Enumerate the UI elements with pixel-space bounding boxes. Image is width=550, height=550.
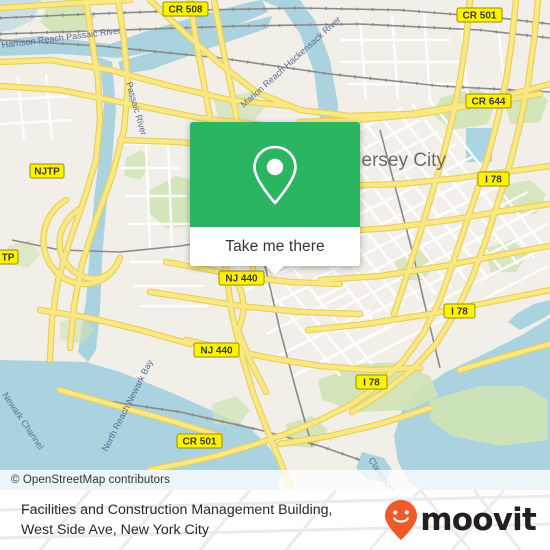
road-shield-label: I 78 (363, 378, 380, 389)
road-shield: NJ 440 (218, 270, 265, 286)
location-title: Facilities and Construction Management B… (0, 500, 384, 540)
location-popup-card[interactable]: Take me there (190, 122, 360, 275)
road-shield: CR 508 (162, 1, 209, 17)
moovit-pin-smile-icon (385, 500, 418, 540)
map-attribution[interactable]: © OpenStreetMap contributors (0, 470, 550, 490)
map-pin-icon (253, 145, 297, 204)
page-footer: Facilities and Construction Management B… (0, 490, 550, 550)
road-shield: CR 501 (456, 7, 503, 23)
location-title-line-1: Facilities and Construction Management B… (21, 502, 333, 518)
road-shield: I 78 (355, 374, 388, 390)
place-label-jersey-city: Jersey City (352, 150, 446, 171)
road-shield: TP (0, 249, 19, 265)
road-shield: I 78 (443, 303, 476, 319)
moovit-wordmark: moovit (420, 502, 537, 538)
road-shield: NJTP (29, 163, 65, 179)
road-shield-label: CR 644 (472, 97, 506, 108)
road-shield-label: NJ 440 (200, 346, 233, 357)
road-shield-label: NJ 440 (225, 274, 258, 285)
road-shield-label: NJTP (34, 167, 60, 178)
road-shield-label: CR 508 (169, 5, 203, 16)
location-title-line-2: West Side Ave, New York City (21, 522, 209, 538)
road-shield-label: TP (2, 253, 15, 264)
road-shield: NJ 440 (193, 342, 240, 358)
map-page: Harrison Reach Passaic River Passaic Riv… (0, 0, 550, 550)
road-shield-label: CR 501 (463, 11, 497, 22)
road-shield: CR 501 (176, 433, 223, 449)
take-me-there-button[interactable]: Take me there (190, 227, 360, 266)
road-shield: CR 644 (465, 93, 512, 109)
popup-pointer-tail (266, 266, 284, 275)
road-shield: I 78 (477, 171, 510, 187)
road-shield-label: CR 501 (183, 437, 217, 448)
popup-icon-panel (190, 122, 360, 227)
road-shield-label: I 78 (451, 307, 468, 318)
moovit-logo[interactable]: moovit (384, 499, 550, 541)
road-shield-label: I 78 (485, 175, 502, 186)
